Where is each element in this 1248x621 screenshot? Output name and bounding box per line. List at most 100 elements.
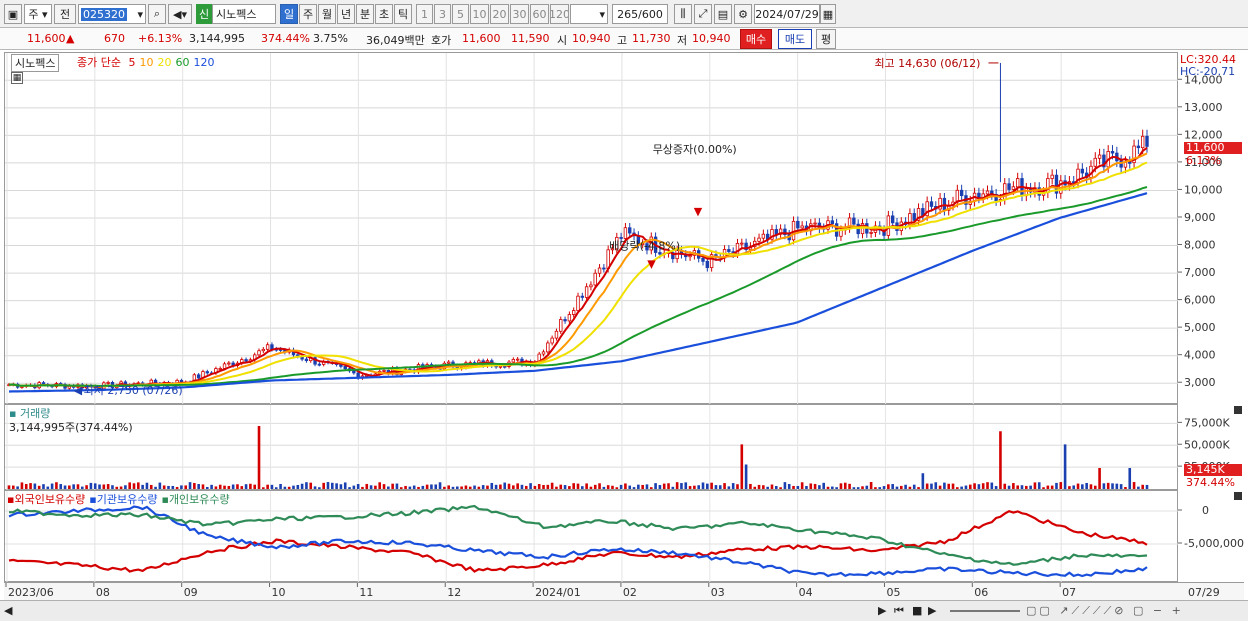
period-tab[interactable]: 월 [318, 4, 336, 24]
rewind-icon[interactable]: ⏮ [894, 604, 904, 618]
ask-price: 11,600 [462, 32, 501, 45]
volume-bar [361, 486, 364, 489]
volume-bar [697, 485, 700, 489]
interval-button[interactable]: 60 [530, 4, 549, 24]
volume-bar [296, 484, 300, 489]
candle [218, 368, 222, 370]
volume-bar [59, 484, 63, 489]
volume-bar [33, 483, 37, 489]
date-input[interactable]: 2024/07/29 [754, 4, 820, 24]
volume-bar [947, 483, 951, 489]
price-panel[interactable]: 최고 14,630 (06/12) 최저 2,750 (07/26) ◀ 무상증자(0… [4, 52, 1179, 405]
volume-bar [822, 482, 826, 489]
interval-button[interactable]: 10 [470, 4, 489, 24]
ma-period-label: 120 [193, 56, 215, 69]
volume-bar [895, 486, 899, 489]
stock-name-field[interactable]: 시노펙스 [212, 4, 276, 24]
volume-bar [330, 482, 334, 489]
forward-icon[interactable]: ▶ [928, 604, 936, 617]
volume-bar [675, 482, 679, 489]
period-tab[interactable]: 틱 [394, 4, 412, 24]
date-label: 09 [184, 586, 198, 599]
interval-button[interactable]: 20 [490, 4, 509, 24]
eval-button[interactable]: 평 [816, 29, 836, 49]
volume-value: 3,144,995 [189, 32, 245, 45]
candle [830, 220, 835, 225]
volume-bar [1042, 487, 1045, 489]
volume-bar [809, 483, 813, 489]
candle [567, 314, 572, 322]
period-tab[interactable]: 초 [375, 4, 393, 24]
prev-button[interactable]: 전 [54, 4, 76, 24]
low-price: 10,940 [692, 32, 731, 45]
chart-type-select[interactable]: 주 ▾ [24, 4, 52, 24]
interval-dropdown[interactable]: ▾ [570, 4, 608, 24]
volume-bar [904, 484, 907, 489]
volume-bar [852, 487, 856, 489]
gear-icon[interactable]: ⚙ [734, 4, 752, 24]
volume-bar [917, 487, 920, 489]
chart-scrollbar[interactable]: ◀ ▶ ⏮ ■ ▶ ▢▢ ↗⟋⟋⟋⟋⊘ ▢ − + [0, 600, 1248, 621]
volume-bar [12, 485, 15, 489]
period-tab[interactable]: 일 [280, 4, 298, 24]
volume-bar [779, 487, 782, 489]
sound-menu-icon[interactable]: ◀ ▾ [168, 4, 192, 24]
period-tab[interactable]: 주 [299, 4, 317, 24]
interval-button[interactable]: 30 [510, 4, 529, 24]
draw-tool-icon[interactable]: ⤢ [694, 4, 712, 24]
volume-bar [102, 484, 106, 489]
candle [796, 220, 800, 229]
date-axis-labels: 2023/06 08 09 10 11 12 2024/01 02 03 04 05 06 07 07/2… [5, 583, 1220, 599]
volume-bar [899, 485, 903, 489]
volume-bar [486, 485, 489, 489]
candle-style-icon[interactable]: ⫼ [674, 4, 692, 24]
volume-bar [658, 484, 662, 489]
stop-icon[interactable]: ■ [912, 604, 922, 617]
volume-bar [1037, 482, 1041, 489]
layout-icon[interactable]: ▣ [4, 4, 22, 24]
interval-button[interactable]: 5 [452, 4, 469, 24]
close-icon[interactable] [1234, 406, 1242, 414]
volume-bar [210, 484, 213, 489]
scroll-left-icon[interactable]: ◀ [4, 604, 12, 617]
ma-line-120 [8, 192, 1148, 393]
volume-bar [723, 483, 726, 489]
volume-panel[interactable]: ▪ 거래량 3,144,995주(374.44%) [4, 404, 1179, 491]
interval-button[interactable]: 120 [550, 4, 569, 24]
volume-bar [943, 482, 946, 489]
grid-icon[interactable]: ▦ [11, 72, 23, 84]
buy-button[interactable]: 매수 [740, 29, 772, 49]
period-tab[interactable]: 년 [337, 4, 355, 24]
scroll-right-icon[interactable]: ▶ [878, 604, 886, 617]
volume-bar [490, 482, 494, 489]
volume-bar [80, 486, 84, 489]
volume-bar [542, 484, 545, 489]
volume-bar [42, 484, 45, 489]
ma-line-10 [8, 152, 1148, 388]
volume-bar [399, 487, 403, 489]
open-price: 10,940 [572, 32, 611, 45]
interval-button[interactable]: 1 [416, 4, 433, 24]
calendar-icon[interactable]: ▦ [820, 4, 836, 24]
stock-name-tag[interactable]: 시노펙스 [11, 54, 60, 72]
tool-icons[interactable]: ▢▢ ↗⟋⟋⟋⟋⊘ ▢ − + [1026, 604, 1184, 618]
volume-bar [128, 482, 131, 489]
volume-bar [137, 482, 140, 489]
search-icon[interactable]: ⌕ [148, 4, 166, 24]
stock-code-input[interactable]: 025320 ▾ [78, 4, 146, 24]
volume-bar [887, 484, 890, 489]
volume-bar [249, 483, 252, 489]
zoom-slider[interactable] [950, 610, 1020, 612]
volume-bar [184, 485, 188, 489]
volume-bar [968, 484, 972, 489]
interval-button[interactable]: 3 [434, 4, 451, 24]
investor-panel[interactable]: ▪외국인보유수량 ▪기관보유수량 ▪개인보유수량 [4, 490, 1179, 583]
volume-bar [951, 483, 955, 489]
sell-button[interactable]: 매도 [778, 29, 812, 49]
save-icon[interactable]: ▤ [714, 4, 732, 24]
period-tab[interactable]: 분 [356, 4, 374, 24]
date-label: 06 [974, 586, 988, 599]
candle [1050, 174, 1054, 179]
close-icon[interactable] [1234, 492, 1242, 500]
bar-count-field[interactable]: 265/600 [612, 4, 668, 24]
